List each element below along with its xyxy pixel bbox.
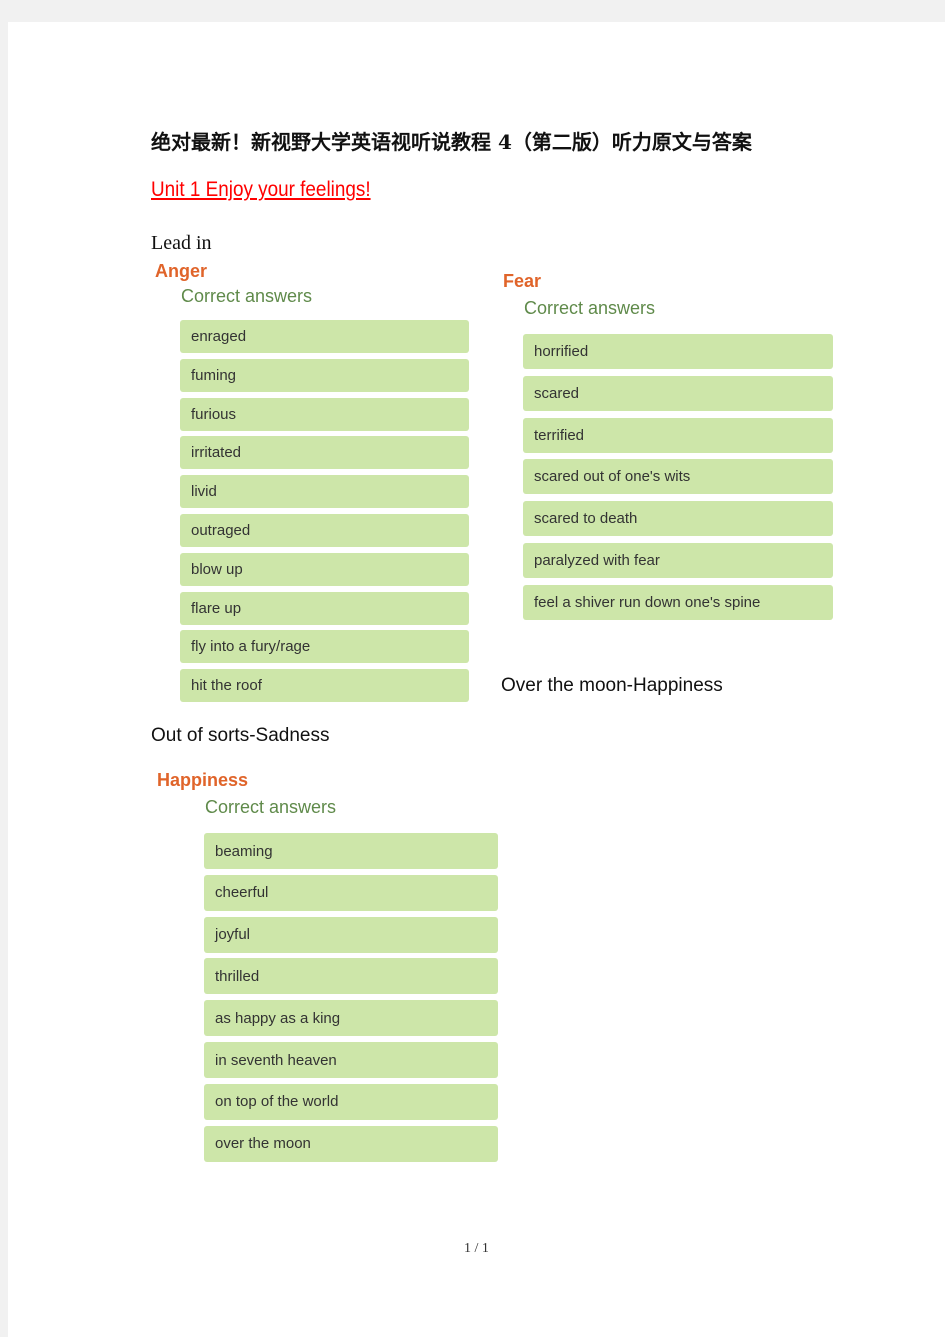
anger-answer-item: outraged xyxy=(180,514,469,547)
anger-answer-item: fuming xyxy=(180,358,469,392)
happiness-answer-item: over the moon xyxy=(204,1125,498,1162)
anger-subheading: Correct answers xyxy=(181,286,313,306)
fear-answer-item: scared xyxy=(523,375,833,411)
fear-subheading: Correct answers xyxy=(524,298,656,318)
happiness-subheading: Correct answers xyxy=(205,797,337,817)
happiness-heading: Happiness xyxy=(157,770,249,790)
anger-answer-item: hit the roof xyxy=(180,669,469,703)
lead-in-label: Lead in xyxy=(151,232,212,254)
fear-answer-item: terrified xyxy=(523,417,833,453)
anger-answer-item: enraged xyxy=(180,320,469,353)
page-number: 1 / 1 xyxy=(464,1241,489,1256)
fear-heading: Fear xyxy=(503,271,542,291)
anger-answer-item: irritated xyxy=(180,436,469,470)
fear-answer-item: scared out of one's wits xyxy=(523,459,833,495)
anger-answer-item: furious xyxy=(180,397,469,431)
anger-answer-item: blow up xyxy=(180,552,469,586)
happiness-answer-item: thrilled xyxy=(204,958,498,995)
happiness-answer-item: beaming xyxy=(204,833,498,869)
happiness-answer-item: on top of the world xyxy=(204,1083,498,1120)
fear-answer-item: scared to death xyxy=(523,501,833,537)
happiness-answer-item: joyful xyxy=(204,916,498,953)
document-title: 绝对最新！新视野大学英语视听说教程 4（第二版）听力原文与答案 xyxy=(151,130,752,154)
anger-answer-item: fly into a fury/rage xyxy=(180,630,469,664)
fear-answer-item: horrified xyxy=(523,334,833,369)
fear-answer-item: paralyzed with fear xyxy=(523,543,833,578)
happiness-answer-item: as happy as a king xyxy=(204,1000,498,1037)
unit-heading: Unit 1 Enjoy your feelings! xyxy=(151,178,371,201)
happiness-answer-item: in seventh heaven xyxy=(204,1042,498,1078)
out-of-sorts-label: Out of sorts-Sadness xyxy=(151,725,330,746)
anger-answer-item: flare up xyxy=(180,591,469,625)
happiness-answer-item: cheerful xyxy=(204,874,498,911)
fear-answer-item: feel a shiver run down one's spine xyxy=(523,584,833,620)
anger-answer-item: livid xyxy=(180,475,469,509)
anger-heading: Anger xyxy=(155,261,208,281)
over-the-moon-label: Over the moon-Happiness xyxy=(501,675,723,696)
